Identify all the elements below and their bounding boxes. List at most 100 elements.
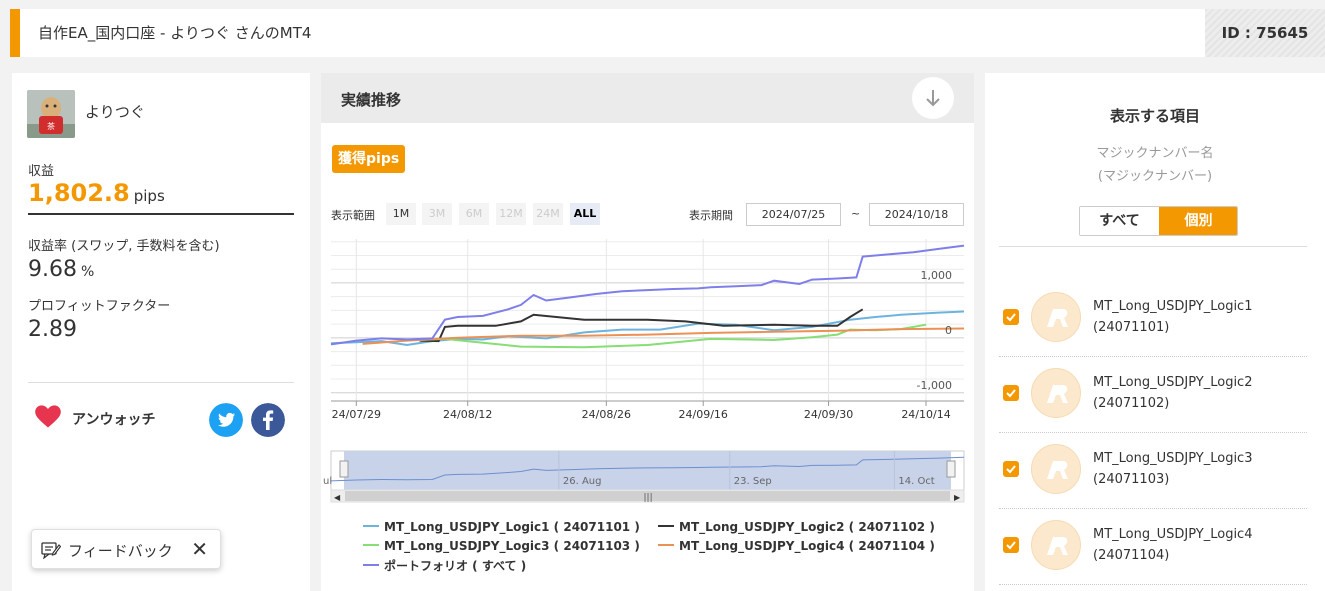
metric-badge[interactable]: 獲得pips [332, 145, 406, 173]
range-all-button[interactable]: ALL [570, 203, 600, 225]
close-icon[interactable]: ✕ [191, 537, 208, 561]
checkbox-icon[interactable] [1003, 461, 1019, 477]
unwatch-button[interactable]: アンウォッチ [72, 409, 155, 429]
twitter-icon[interactable] [209, 403, 243, 437]
checkbox-icon[interactable] [1003, 309, 1019, 325]
scroll-left-arrow: ◀ [334, 493, 341, 502]
strategy-logo-icon [1031, 368, 1081, 418]
legend-logic2[interactable]: MT_Long_USDJPY_Logic2 ( 24071102 ) [658, 520, 935, 534]
svg-text:茶: 茶 [47, 121, 55, 131]
legend-logic3[interactable]: MT_Long_USDJPY_Logic3 ( 24071103 ) [363, 539, 640, 553]
settings-sub-1: マジックナンバー名 [1096, 146, 1214, 161]
legend-portfolio[interactable]: ポートフォリオ ( すべて ) [363, 557, 526, 574]
item-label: MT_Long_USDJPY_Logic1 (24071101) [1093, 296, 1252, 338]
list-item[interactable]: MT_Long_USDJPY_Logic1 (24071101) [999, 281, 1307, 357]
legend-swatch [363, 524, 379, 527]
legend-logic4[interactable]: MT_Long_USDJPY_Logic4 ( 24071104 ) [658, 539, 935, 553]
item-magic: (24071103) [1093, 472, 1170, 487]
list-item[interactable]: MT_Long_USDJPY_Logic3 (24071103) [999, 433, 1307, 509]
strategy-logo-icon [1031, 444, 1081, 494]
list-item[interactable]: MT_Long_USDJPY_Logic2 (24071102) [999, 357, 1307, 433]
display-settings-panel: 表示する項目 マジックナンバー名 (マジックナンバー) すべて 個別 MT_Lo… [985, 73, 1325, 591]
strategy-logo-icon [1031, 520, 1081, 570]
legend-swatch [363, 543, 379, 546]
legend-logic1[interactable]: MT_Long_USDJPY_Logic1 ( 24071101 ) [363, 520, 640, 534]
view-toggle: すべて 個別 [1079, 206, 1238, 236]
range-24m-button[interactable]: 24M [533, 203, 563, 225]
performance-panel: 実績推移 獲得pips 表示範囲 1M 3M 6M 12M 24M ALL 表示… [321, 73, 974, 591]
checkbox-icon[interactable] [1003, 537, 1019, 553]
profile-panel: 茶 よりつぐ 収益 1,802.8 pips 収益率 (スワップ, 手数料を含む)… [12, 73, 310, 591]
avatar[interactable]: 茶 [27, 90, 75, 138]
divider [999, 246, 1307, 247]
item-label: MT_Long_USDJPY_Logic2 (24071102) [1093, 372, 1252, 414]
y-tick-label: 1,000 [921, 269, 953, 282]
facebook-icon[interactable] [251, 403, 285, 437]
item-name: MT_Long_USDJPY_Logic4 [1093, 527, 1253, 542]
legend-swatch [658, 524, 674, 527]
feedback-icon [41, 542, 61, 559]
range-1m-button[interactable]: 1M [386, 203, 416, 225]
item-name: MT_Long_USDJPY_Logic1 [1093, 299, 1253, 314]
date-from-input[interactable]: 2024/07/25 [746, 203, 841, 226]
x-tick-label: 24/08/12 [443, 408, 492, 421]
item-name: MT_Long_USDJPY_Logic2 [1093, 375, 1253, 390]
account-id: ID : 75645 [1205, 9, 1325, 57]
navigator-label: ul [323, 476, 332, 487]
divider [28, 213, 294, 215]
item-magic: (24071104) [1093, 548, 1170, 563]
rate-label: 収益率 (スワップ, 手数料を含む) [28, 239, 220, 254]
divider [28, 382, 294, 383]
navigator-handle [946, 460, 956, 478]
navigator-label: 23. Sep [734, 476, 772, 487]
legend-swatch [658, 543, 674, 546]
pf-value: 2.89 [28, 317, 77, 342]
item-magic: (24071102) [1093, 396, 1170, 411]
username[interactable]: よりつぐ [85, 101, 145, 122]
page-title: 自作EA_国内口座 - よりつぐ さんのMT4 [38, 24, 312, 42]
pf-label: プロフィットファクター [28, 299, 171, 314]
legend-label: ポートフォリオ ( すべて ) [384, 559, 527, 573]
settings-sub-2: (マジックナンバー) [1097, 169, 1213, 184]
range-12m-button[interactable]: 12M [496, 203, 526, 225]
legend-label: MT_Long_USDJPY_Logic2 ( 24071102 ) [679, 520, 935, 534]
heart-icon[interactable] [34, 403, 62, 431]
x-tick-label: 24/08/26 [582, 408, 631, 421]
range-3m-button[interactable]: 3M [422, 203, 452, 225]
legend-label: MT_Long_USDJPY_Logic1 ( 24071101 ) [384, 520, 640, 534]
strategy-logo-icon [1031, 292, 1081, 342]
item-label: MT_Long_USDJPY_Logic3 (24071103) [1093, 448, 1252, 490]
x-tick-label: 24/07/29 [332, 408, 381, 421]
download-button[interactable] [912, 77, 954, 119]
feedback-label: フィードバック [68, 542, 173, 560]
list-item[interactable]: MT_Long_USDJPY_Logic4 (24071104) [999, 509, 1307, 585]
download-icon [926, 90, 940, 107]
period-label: 表示期間 [689, 209, 733, 222]
toggle-individual[interactable]: 個別 [1159, 207, 1237, 235]
toggle-all[interactable]: すべて [1080, 207, 1159, 235]
profit-value: 1,802.8 pips [28, 179, 165, 207]
navigator-label: 14. Oct [898, 476, 934, 487]
x-tick-label: 24/09/16 [679, 408, 728, 421]
feedback-button[interactable]: フィードバック ✕ [31, 529, 221, 569]
legend-swatch [363, 563, 379, 566]
navigator-selection [344, 451, 951, 490]
x-tick-label: 24/10/14 [901, 408, 950, 421]
x-tick-label: 24/09/30 [804, 408, 853, 421]
range-label: 表示範囲 [331, 209, 375, 222]
performance-chart[interactable]: 1,000 0 -1,000 24/07/29 24/08/12 24/08/26 24/0… [321, 233, 974, 508]
legend-label: MT_Long_USDJPY_Logic4 ( 24071104 ) [679, 539, 935, 553]
navigator-handle [339, 460, 349, 478]
page-header: 自作EA_国内口座 - よりつぐ さんのMT4 ID : 75645 [10, 9, 1325, 57]
profit-number: 1,802.8 [28, 179, 130, 207]
header-accent-bar [10, 9, 20, 57]
range-6m-button[interactable]: 6M [459, 203, 489, 225]
date-to-input[interactable]: 2024/10/18 [869, 203, 964, 226]
item-magic: (24071101) [1093, 320, 1170, 335]
rate-number: 9.68 [28, 257, 77, 282]
item-label: MT_Long_USDJPY_Logic4 (24071104) [1093, 524, 1252, 566]
scroll-right-arrow: ▶ [954, 493, 961, 502]
profit-label: 収益 [28, 164, 55, 179]
checkbox-icon[interactable] [1003, 385, 1019, 401]
performance-title: 実績推移 [341, 91, 402, 109]
